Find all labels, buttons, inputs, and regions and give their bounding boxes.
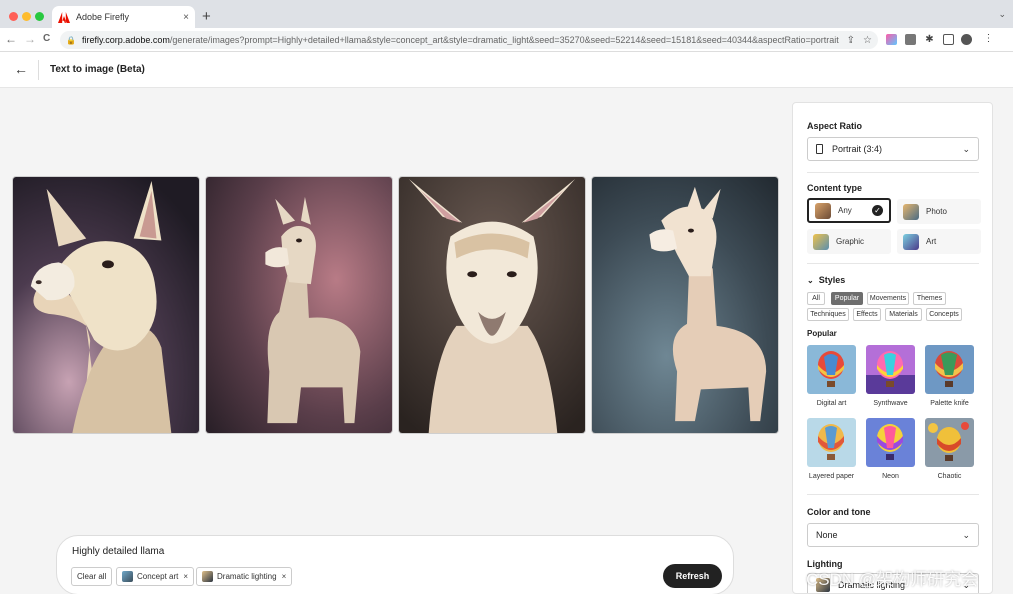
minimize-window-button[interactable] <box>22 12 31 21</box>
aspect-ratio-select[interactable]: Portrait (3:4) ⌄ <box>807 137 979 161</box>
generated-image-1[interactable] <box>12 176 200 434</box>
graphic-thumbnail <box>813 233 829 250</box>
content-type-graphic[interactable]: Graphic <box>807 229 891 254</box>
settings-panel: Aspect Ratio Portrait (3:4) ⌄ Content ty… <box>792 102 993 594</box>
content-type-label: Photo <box>926 207 947 216</box>
styles-tab-all[interactable]: All <box>807 292 825 305</box>
extension-icon[interactable] <box>886 34 897 45</box>
photo-thumbnail <box>903 203 919 220</box>
browser-forward-button[interactable]: → <box>24 32 36 46</box>
style-tile-label: Layered paper <box>808 473 855 480</box>
refresh-button[interactable]: Refresh <box>663 564 722 588</box>
puzzle-extensions-icon[interactable]: ✱ <box>924 34 935 45</box>
color-tone-value: None <box>816 530 838 540</box>
browser-tab[interactable]: Adobe Firefly × <box>52 6 195 28</box>
prompt-bar: Highly detailed llama Clear all Concept … <box>56 535 734 594</box>
style-tile-label: Synthwave <box>873 400 908 407</box>
browser-back-button[interactable]: ← <box>5 32 17 46</box>
style-chip-dramatic-lighting[interactable]: Dramatic lighting × <box>196 567 293 586</box>
portrait-icon <box>816 144 823 154</box>
chevron-down-icon: ⌄ <box>962 529 970 540</box>
content-type-heading: Content type <box>807 183 862 193</box>
url-bar[interactable]: 🔒 firefly.corp.adobe.com/generate/images… <box>60 31 878 49</box>
content-type-label: Art <box>926 237 937 246</box>
style-tile-palette-knife[interactable] <box>925 345 974 394</box>
art-thumbnail <box>903 233 919 250</box>
styles-heading: Styles <box>818 275 846 285</box>
color-tone-select[interactable]: None ⌄ <box>807 523 979 547</box>
dramatic-lighting-thumbnail <box>202 571 213 582</box>
styles-tab-movements[interactable]: Movements <box>867 292 909 305</box>
popular-section-heading: Popular <box>807 329 837 338</box>
profile-avatar-icon[interactable] <box>961 34 972 45</box>
share-icon[interactable]: ⇪ <box>847 35 855 46</box>
new-tab-button[interactable]: + <box>202 8 211 25</box>
style-tile-label: Digital art <box>816 400 847 407</box>
address-toolbar: ← → C 🔒 firefly.corp.adobe.com/generate/… <box>0 28 1013 52</box>
browser-tab-bar: Adobe Firefly × + ⌄ <box>0 0 1013 28</box>
tab-search-icon[interactable]: ⌄ <box>998 9 1006 20</box>
content-type-label: Any <box>838 206 852 215</box>
styles-tab-concepts[interactable]: Concepts <box>926 308 962 321</box>
sidebar-icon[interactable] <box>943 34 954 45</box>
url-text: firefly.corp.adobe.com/generate/images?p… <box>81 35 839 45</box>
concept-art-thumbnail <box>122 571 133 582</box>
style-chip-concept-art[interactable]: Concept art × <box>116 567 195 586</box>
content-type-any[interactable]: Any ✓ <box>807 198 891 223</box>
chevron-down-icon: ⌄ <box>807 275 814 285</box>
generated-image-2[interactable] <box>205 176 393 434</box>
page-title: Text to image (Beta) <box>50 64 145 75</box>
more-menu-icon[interactable]: ⋮ <box>983 34 994 45</box>
watermark: CSDN @架构师研究会 <box>806 570 979 589</box>
content-type-art[interactable]: Art <box>897 229 981 254</box>
clear-all-button[interactable]: Clear all <box>71 567 113 586</box>
styles-tab-materials[interactable]: Materials <box>885 308 922 321</box>
style-tile-label: Neon <box>882 473 899 480</box>
remove-chip-icon[interactable]: × <box>183 572 188 581</box>
content-type-label: Graphic <box>836 237 865 246</box>
adobe-logo-icon <box>58 11 70 23</box>
aspect-ratio-heading: Aspect Ratio <box>807 121 863 131</box>
bookmark-star-icon[interactable]: ☆ <box>863 35 872 46</box>
generated-image-3[interactable] <box>398 176 586 434</box>
style-tile-label: Chaotic <box>937 473 962 480</box>
header-divider <box>38 60 39 80</box>
style-tile-digital-art[interactable] <box>807 345 856 394</box>
checkmark-icon: ✓ <box>872 205 883 216</box>
back-arrow-icon[interactable]: ← <box>14 61 28 77</box>
chip-label: Concept art <box>137 572 179 581</box>
styles-tab-popular[interactable]: Popular <box>831 292 863 305</box>
any-thumbnail <box>815 202 831 219</box>
styles-tab-themes[interactable]: Themes <box>913 292 946 305</box>
styles-tab-techniques[interactable]: Techniques <box>807 308 849 321</box>
style-tile-chaotic[interactable] <box>925 418 974 467</box>
style-tile-label: Palette knife <box>930 400 969 407</box>
close-window-button[interactable] <box>9 12 18 21</box>
color-tone-heading: Color and tone <box>807 507 871 517</box>
generated-image-4[interactable] <box>591 176 779 434</box>
extension-icon[interactable] <box>905 34 916 45</box>
tab-close-icon[interactable]: × <box>183 12 189 23</box>
styles-tab-effects[interactable]: Effects <box>853 308 881 321</box>
style-tile-synthwave[interactable] <box>866 345 915 394</box>
remove-chip-icon[interactable]: × <box>282 572 287 581</box>
style-tile-neon[interactable] <box>866 418 915 467</box>
content-type-photo[interactable]: Photo <box>897 199 981 224</box>
divider <box>807 494 979 495</box>
app-header: ← Text to image (Beta) <box>0 52 1013 88</box>
reload-button[interactable]: C <box>43 33 50 44</box>
styles-section-toggle[interactable]: ⌄ Styles <box>807 275 845 285</box>
prompt-input[interactable]: Highly detailed llama <box>72 546 164 557</box>
tab-title: Adobe Firefly <box>76 12 130 22</box>
style-tile-layered-paper[interactable] <box>807 418 856 467</box>
chevron-down-icon: ⌄ <box>962 143 970 154</box>
lock-icon: 🔒 <box>66 35 76 45</box>
chip-label: Dramatic lighting <box>217 572 277 581</box>
maximize-window-button[interactable] <box>35 12 44 21</box>
aspect-ratio-value: Portrait (3:4) <box>832 144 883 154</box>
divider <box>807 172 979 173</box>
divider <box>807 263 979 264</box>
